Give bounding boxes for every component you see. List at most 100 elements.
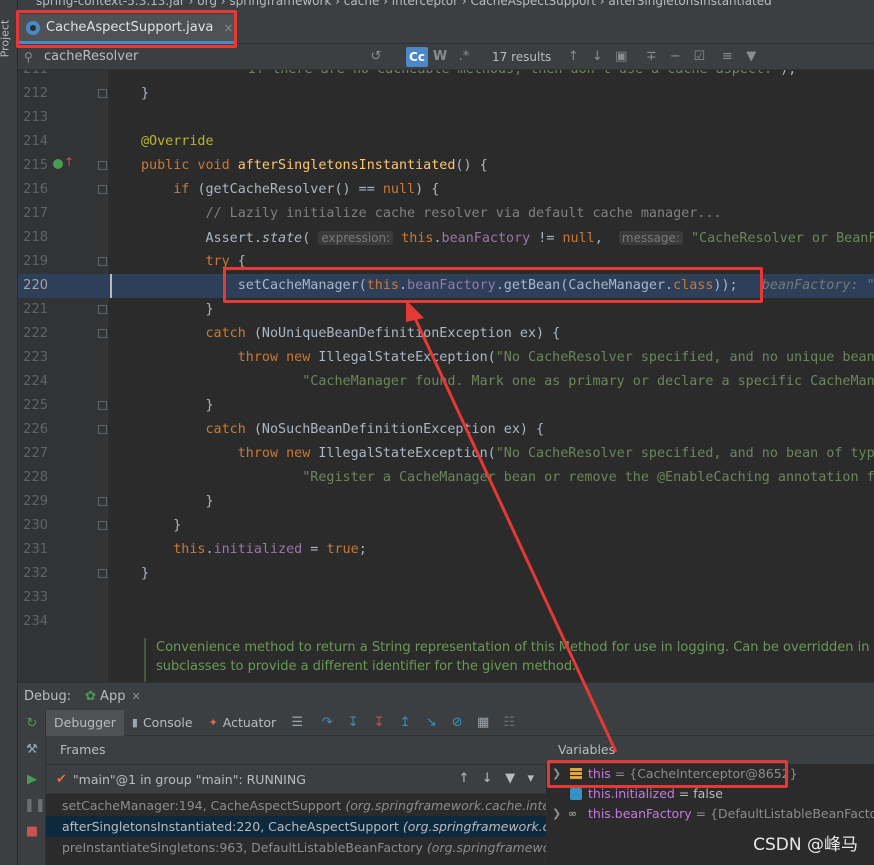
tab-close-icon[interactable]: × [223, 21, 233, 35]
line-number: 228 [23, 470, 48, 485]
fold-marker-icon[interactable] [98, 401, 107, 410]
variable-this[interactable]: ❯ this = {CacheInterceptor@8652} [546, 764, 874, 784]
line-number: 213 [23, 110, 48, 125]
variable-value: = false [678, 786, 723, 801]
match-case-button[interactable]: Cc [406, 46, 428, 67]
fold-marker-icon[interactable] [98, 89, 107, 98]
regex-button[interactable]: .* [452, 49, 476, 64]
line-number: 231 [23, 542, 48, 557]
filter-lines-icon[interactable]: ≡ [715, 49, 739, 64]
console-icon: ▮ [131, 716, 138, 729]
variable-value: = {CacheInterceptor@8652} [614, 766, 798, 781]
clear-search-icon[interactable]: ↺ [364, 49, 388, 64]
fold-marker-icon[interactable] [98, 569, 107, 578]
line-number: 232 [23, 566, 48, 581]
show-execution-point-icon[interactable]: ↷ [314, 715, 340, 730]
line-number: 229 [23, 494, 48, 509]
project-tool-tab[interactable]: Project [0, 10, 18, 70]
code-line-224: 224 "CacheManager found. Mark one as pri… [18, 370, 874, 394]
line-number: 223 [23, 350, 48, 365]
stack-frame[interactable]: setCacheManager:194, CacheAspectSupport … [46, 795, 546, 816]
tab-label: Actuator [222, 715, 277, 730]
variable-name: this [588, 766, 611, 781]
text-caret [110, 274, 112, 298]
tab-console[interactable]: ▮ Console [124, 710, 201, 736]
line-number: 234 [23, 614, 48, 629]
left-tool-stripe: Project [0, 0, 18, 865]
line-number: 217 [23, 206, 48, 221]
code-line-230: 230 } [18, 514, 874, 538]
run-to-cursor-icon[interactable]: ↘ [418, 715, 444, 730]
layout-menu-icon[interactable]: ☰ [284, 715, 310, 730]
stack-frame-selected[interactable]: afterSingletonsInstantiated:220, CacheAs… [46, 816, 546, 837]
step-over-icon[interactable]: ↧ [340, 715, 366, 730]
frame-package: (org.springframework.bea [426, 840, 546, 855]
tab-label: Debugger [54, 715, 116, 730]
line-number: 230 [23, 518, 48, 533]
stop-icon[interactable]: ■ [24, 824, 40, 840]
debug-side-toolbar: ↻ ⚒ ▶ ❚❚ ■ [18, 710, 46, 865]
remove-occurrence-icon[interactable]: − [663, 49, 687, 64]
find-bar: ⚲ ↺ Cc W .* 17 results ↑ ↓ ▣ ∓ − ☑ ≡ ▼ [18, 44, 874, 70]
code-line-223: 223 throw new IllegalStateException("No … [18, 346, 874, 370]
code-line-231: 231 this.initialized = true; [18, 538, 874, 562]
expand-chevron-icon[interactable]: ❯ [552, 764, 561, 784]
code-line-211: 211 "If there are no cacheable methods, … [18, 70, 874, 82]
editor-tab-bar: CacheAspectSupport.java × [18, 10, 874, 44]
stack-frame[interactable]: preInstantiateSingletons:963, DefaultLis… [46, 837, 546, 858]
fold-marker-icon[interactable] [98, 329, 107, 338]
fold-marker-icon[interactable] [98, 425, 107, 434]
search-icon[interactable]: ⚲ [24, 50, 44, 64]
expand-chevron-icon[interactable]: ❯ [552, 804, 561, 824]
thread-controls[interactable]: ↑ ↓ ▼ ▾ [459, 771, 535, 786]
trace-icon[interactable]: ☷ [496, 715, 522, 730]
rerun-icon[interactable]: ↻ [24, 716, 40, 732]
next-occurrence-icon[interactable]: ↓ [585, 49, 609, 64]
frame-package: (org.springframework.cache.i [402, 819, 546, 834]
code-line-220-current: 220 setCacheManager(this.beanFactory.get… [18, 274, 874, 298]
search-results-count: 17 results [492, 49, 552, 64]
debug-tool-window-header: Debug: ✿ App ✕ [18, 682, 874, 710]
code-line-212: 212 } [18, 82, 874, 106]
fold-marker-icon[interactable] [98, 161, 107, 170]
code-line-232: 232 } [18, 562, 874, 586]
line-number: 227 [23, 446, 48, 461]
code-editor[interactable]: 211 "If there are no cacheable methods, … [18, 70, 874, 682]
filter-icon[interactable]: ▼ [739, 49, 763, 64]
resume-icon[interactable]: ▶ [24, 772, 40, 788]
breadcrumb-path[interactable]: spring-context-5.3.13.jar › org › spring… [36, 0, 772, 8]
close-session-icon[interactable]: ✕ [131, 690, 140, 703]
select-all-occurrences-icon[interactable]: ▣ [609, 49, 633, 64]
fold-marker-icon[interactable] [98, 257, 107, 266]
code-line-215: 215 ↑ public void afterSingletonsInstant… [18, 154, 874, 178]
select-all-icon[interactable]: ☑ [687, 49, 711, 64]
thread-selector[interactable]: ✔ "main"@1 in group "main": RUNNING ↑ ↓ … [46, 764, 546, 794]
step-into-icon[interactable]: ↧ [366, 715, 392, 730]
search-input[interactable] [44, 49, 364, 64]
fold-marker-icon[interactable] [98, 521, 107, 530]
tab-actuator[interactable]: ✦ Actuator [201, 710, 285, 736]
implements-method-icon[interactable] [53, 159, 63, 169]
code-line-228: 228 "Register a CacheManager bean or rem… [18, 466, 874, 490]
calculator-icon[interactable]: ▦ [470, 715, 496, 730]
fold-marker-icon[interactable] [98, 497, 107, 506]
pause-icon[interactable]: ❚❚ [24, 798, 46, 814]
tab-debugger[interactable]: Debugger [46, 709, 124, 736]
watch-glasses-icon: ∞ [568, 807, 578, 820]
variable-this-initialized[interactable]: this.initialized = false [546, 784, 874, 804]
evaluate-expression-icon[interactable]: ⊘ [444, 715, 470, 730]
variable-this-beanfactory[interactable]: ❯ ∞ this.beanFactory = {DefaultListableB… [546, 804, 874, 824]
rendered-javadoc: Convenience method to return a String re… [144, 638, 874, 682]
step-out-icon[interactable]: ↥ [392, 715, 418, 730]
fold-marker-icon[interactable] [98, 185, 107, 194]
debug-session-tab-app[interactable]: ✿ App ✕ [85, 689, 141, 704]
line-number: 212 [23, 86, 48, 101]
settings-wrench-icon[interactable]: ⚒ [24, 742, 40, 758]
code-line-214: 214 @Override [18, 130, 874, 154]
add-occurrence-icon[interactable]: ∓ [639, 49, 663, 64]
editor-tab-cacheaspectsupport[interactable]: CacheAspectSupport.java × [18, 14, 234, 44]
previous-occurrence-icon[interactable]: ↑ [561, 49, 585, 64]
fold-marker-icon[interactable] [98, 305, 107, 314]
whole-words-button[interactable]: W [428, 49, 452, 64]
variable-name: this.beanFactory [588, 806, 692, 821]
